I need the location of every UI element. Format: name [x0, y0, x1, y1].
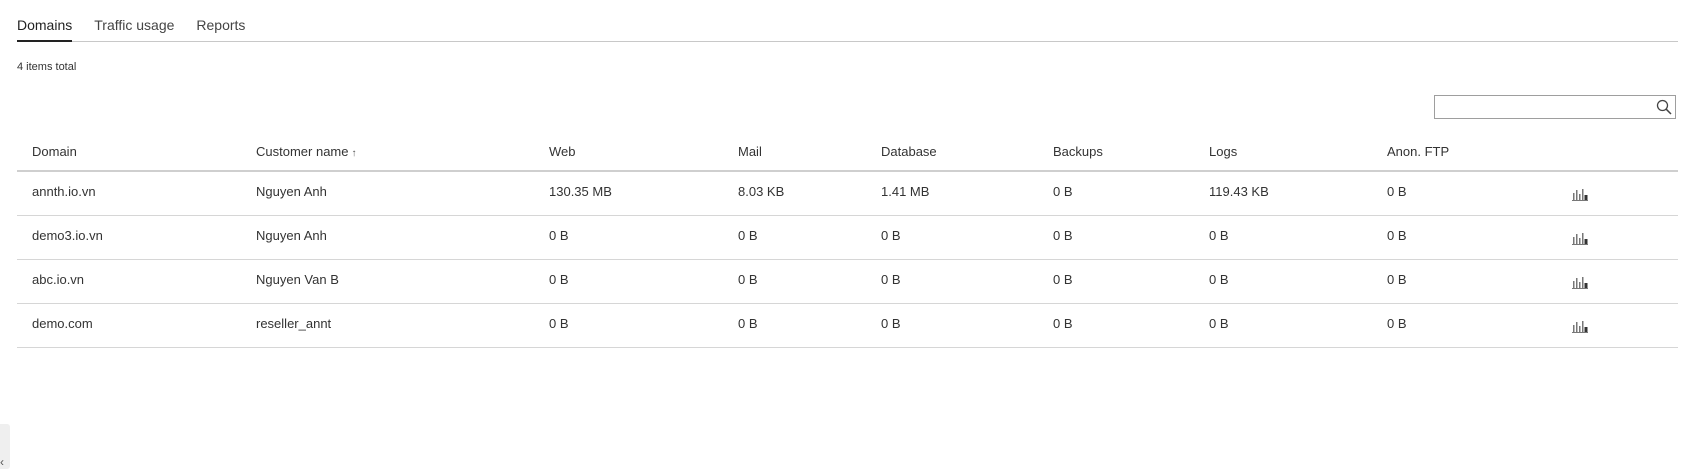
- cell-anon-ftp: 0 B: [1387, 272, 1407, 287]
- header-anon-ftp[interactable]: Anon. FTP: [1387, 144, 1449, 159]
- bar-chart-icon[interactable]: [1572, 319, 1588, 336]
- cell-backups: 0 B: [1053, 316, 1073, 331]
- search-input[interactable]: [1435, 96, 1661, 118]
- cell-logs: 0 B: [1209, 228, 1229, 243]
- bar-chart-icon[interactable]: [1572, 231, 1588, 248]
- table-header: Domain Customer name ↑ Web Mail Database …: [17, 134, 1678, 172]
- cell-database: 1.41 MB: [881, 184, 930, 199]
- header-database[interactable]: Database: [881, 144, 937, 159]
- cell-database: 0 B: [881, 228, 901, 243]
- cell-mail: 0 B: [738, 272, 758, 287]
- table-row: annth.io.vn Nguyen Anh 130.35 MB 8.03 KB…: [17, 172, 1678, 216]
- items-total-count: 4 items total: [17, 61, 77, 73]
- cell-domain: demo.com: [32, 316, 93, 331]
- header-mail[interactable]: Mail: [738, 144, 762, 159]
- cell-web: 0 B: [549, 272, 569, 287]
- header-web[interactable]: Web: [549, 144, 576, 159]
- cell-database: 0 B: [881, 272, 901, 287]
- tab-domains[interactable]: Domains: [17, 16, 73, 42]
- cell-web: 130.35 MB: [549, 184, 612, 199]
- search-icon[interactable]: [1656, 99, 1672, 115]
- cell-backups: 0 B: [1053, 272, 1073, 287]
- cell-logs: 0 B: [1209, 272, 1229, 287]
- cell-backups: 0 B: [1053, 184, 1073, 199]
- cell-web: 0 B: [549, 316, 569, 331]
- cell-anon-ftp: 0 B: [1387, 228, 1407, 243]
- cell-customer: Nguyen Anh: [256, 228, 327, 243]
- table-row: demo3.io.vn Nguyen Anh 0 B 0 B 0 B 0 B 0…: [17, 216, 1678, 260]
- page: Domains Traffic usage Reports 4 items to…: [0, 0, 1684, 469]
- cell-anon-ftp: 0 B: [1387, 316, 1407, 331]
- cell-logs: 0 B: [1209, 316, 1229, 331]
- tab-bar: Domains Traffic usage Reports: [17, 0, 1678, 42]
- cell-logs: 119.43 KB: [1209, 184, 1269, 199]
- cell-backups: 0 B: [1053, 228, 1073, 243]
- cell-anon-ftp: 0 B: [1387, 184, 1407, 199]
- cell-database: 0 B: [881, 316, 901, 331]
- cell-mail: 0 B: [738, 228, 758, 243]
- cell-domain: annth.io.vn: [32, 184, 96, 199]
- header-domain[interactable]: Domain: [32, 144, 77, 159]
- cell-mail: 8.03 KB: [738, 184, 785, 199]
- sidebar-collapse-handle[interactable]: ‹: [0, 424, 10, 469]
- tab-reports[interactable]: Reports: [196, 16, 245, 42]
- table-row: demo.com reseller_annt 0 B 0 B 0 B 0 B 0…: [17, 304, 1678, 348]
- chevron-left-icon: ‹: [0, 455, 4, 469]
- table-row: abc.io.vn Nguyen Van B 0 B 0 B 0 B 0 B 0…: [17, 260, 1678, 304]
- header-customer-label: Customer name: [256, 144, 349, 159]
- search-box: [1434, 95, 1676, 119]
- tab-traffic-usage[interactable]: Traffic usage: [94, 16, 174, 42]
- header-customer-name[interactable]: Customer name ↑: [256, 144, 356, 159]
- cell-web: 0 B: [549, 228, 569, 243]
- domains-table: Domain Customer name ↑ Web Mail Database …: [17, 134, 1678, 348]
- bar-chart-icon[interactable]: [1572, 275, 1588, 292]
- cell-customer: Nguyen Van B: [256, 272, 339, 287]
- cell-domain: abc.io.vn: [32, 272, 85, 287]
- cell-customer: reseller_annt: [256, 316, 332, 331]
- header-backups[interactable]: Backups: [1053, 144, 1103, 159]
- cell-domain: demo3.io.vn: [32, 228, 103, 243]
- cell-mail: 0 B: [738, 316, 758, 331]
- cell-customer: Nguyen Anh: [256, 184, 327, 199]
- sort-ascending-icon: ↑: [351, 148, 357, 159]
- bar-chart-icon[interactable]: [1572, 187, 1588, 204]
- header-logs[interactable]: Logs: [1209, 144, 1237, 159]
